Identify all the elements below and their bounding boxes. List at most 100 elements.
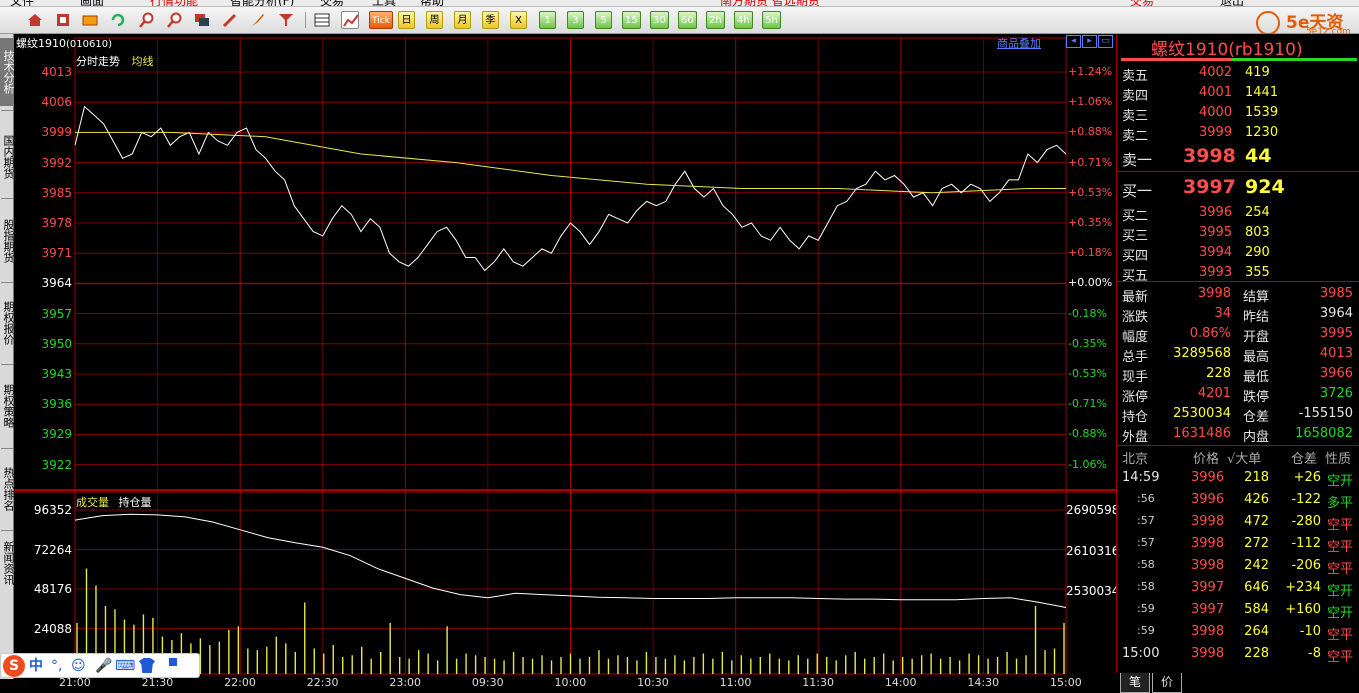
tick-price: 3998 bbox=[1191, 536, 1225, 551]
chart-canvas[interactable] bbox=[14, 34, 1116, 691]
stat-label: 最新 bbox=[1122, 290, 1149, 305]
left-tab-2[interactable]: 股指期货 bbox=[0, 204, 15, 278]
order-book-volume: 254 bbox=[1245, 205, 1270, 220]
menu-item-8[interactable]: 交易 bbox=[1130, 0, 1154, 6]
menu-item-6[interactable]: 帮助 bbox=[420, 0, 444, 6]
period-button-6[interactable]: 1 bbox=[539, 11, 556, 29]
menu-item-7[interactable]: 南方期货 智远期货 bbox=[720, 0, 820, 6]
percent-tick-label: +0.35% bbox=[1068, 216, 1113, 229]
time-tick-label: 10:00 bbox=[554, 676, 587, 689]
brush-icon[interactable] bbox=[249, 11, 267, 29]
bottom-tab-0[interactable]: 笔 bbox=[1120, 673, 1150, 693]
filter-icon[interactable] bbox=[277, 11, 295, 29]
overlay-link[interactable]: 商品叠加 bbox=[997, 35, 1041, 51]
timeshare-icon[interactable] bbox=[341, 11, 359, 29]
period-button-4[interactable]: 季 bbox=[482, 11, 499, 29]
order-book-label: 买三 bbox=[1122, 229, 1149, 244]
period-button-5[interactable]: X bbox=[510, 11, 527, 29]
price-panel-title: 分时走势 均线 bbox=[76, 53, 154, 69]
table-icon[interactable] bbox=[313, 11, 331, 29]
prev-icon[interactable]: ◂ bbox=[1066, 35, 1081, 48]
left-tab-0[interactable]: 技术分析 bbox=[0, 38, 15, 106]
period-button-0[interactable]: Tick bbox=[369, 11, 393, 29]
toolbar: Tick 日周月季 X 1 3 5 15 30 60 2h 4h 5h 5e天资 5e12.com bbox=[0, 7, 1359, 37]
sogou-logo-icon[interactable]: S bbox=[3, 655, 25, 677]
period-button-14[interactable]: 5h bbox=[762, 11, 781, 29]
left-tab-3[interactable]: 期权报价 bbox=[0, 286, 15, 360]
left-tab-1[interactable]: 国内期货 bbox=[0, 120, 15, 194]
left-tab-6[interactable]: 新闻资讯 bbox=[0, 534, 15, 592]
stat-value: 2530034 bbox=[1173, 406, 1231, 421]
volume-label: 成交量 bbox=[76, 496, 109, 509]
tick-time: :59 bbox=[1137, 624, 1155, 637]
ime-punct[interactable]: °, bbox=[51, 656, 62, 676]
left-tab-4[interactable]: 期权策略 bbox=[0, 368, 15, 444]
volume-tick-label: 24088 bbox=[33, 621, 72, 636]
ticks-header-location: 北京 bbox=[1122, 452, 1149, 467]
menu-item-1[interactable]: 画面 bbox=[80, 0, 104, 6]
skin-icon[interactable] bbox=[139, 658, 155, 673]
emoji-icon[interactable]: ☺ bbox=[71, 656, 86, 676]
menu-item-0[interactable]: 文件 bbox=[10, 0, 34, 6]
microphone-icon[interactable]: 🎤 bbox=[95, 656, 112, 676]
next-icon[interactable]: ▸ bbox=[1082, 35, 1097, 48]
tick-volume: 228 bbox=[1244, 646, 1269, 661]
stat-label: 开盘 bbox=[1243, 330, 1270, 345]
menu-item-4[interactable]: 交易 bbox=[320, 0, 344, 6]
period-button-10[interactable]: 30 bbox=[650, 11, 669, 29]
stat-value: 4201 bbox=[1197, 386, 1231, 401]
toolbox-icon[interactable] bbox=[161, 658, 177, 674]
price-tick-label: 3943 bbox=[41, 367, 72, 381]
period-button-12[interactable]: 2h bbox=[706, 11, 725, 29]
menu-item-3[interactable]: 智能分析(F) bbox=[230, 0, 294, 6]
stat-value: -155150 bbox=[1298, 406, 1353, 421]
timeshare-chart[interactable]: 螺纹1910(010610) 商品叠加 ◂ ▸ ▭ 分时走势 均线 成交量 持仓… bbox=[14, 34, 1119, 691]
window-icon[interactable] bbox=[193, 11, 211, 29]
percent-tick-label: +0.18% bbox=[1068, 246, 1113, 260]
menu-item-2[interactable]: 行情功能 bbox=[150, 0, 198, 6]
price-tick-label: 3992 bbox=[41, 155, 72, 170]
period-button-11[interactable]: 60 bbox=[678, 11, 697, 29]
period-button-3[interactable]: 月 bbox=[454, 11, 471, 29]
maximize-icon[interactable]: ▭ bbox=[1098, 35, 1113, 48]
chart-code: (010610) bbox=[66, 39, 112, 50]
tick-volume: 472 bbox=[1244, 514, 1269, 529]
period-button-8[interactable]: 5 bbox=[595, 11, 612, 29]
ticks-header-volume[interactable]: √大单 bbox=[1227, 448, 1261, 467]
tick-oi: -122 bbox=[1291, 492, 1321, 507]
stat-value: 34 bbox=[1214, 306, 1231, 321]
stat-value: 0.86% bbox=[1189, 326, 1231, 341]
price-tick-label: 4006 bbox=[41, 95, 72, 110]
period-button-2[interactable]: 周 bbox=[426, 11, 443, 29]
zoom-in-icon[interactable] bbox=[138, 11, 156, 29]
oi-label: 持仓量 bbox=[118, 496, 152, 509]
time-tick-label: 22:30 bbox=[306, 676, 339, 689]
period-button-1[interactable]: 日 bbox=[398, 11, 415, 29]
left-tab-5[interactable]: 热点排名 bbox=[0, 452, 15, 526]
menu-item-5[interactable]: 工具 bbox=[372, 0, 396, 6]
pencil-icon[interactable] bbox=[221, 11, 239, 29]
period-button-13[interactable]: 4h bbox=[734, 11, 753, 29]
ticks-header-price: 价格 bbox=[1193, 452, 1220, 467]
order-book-price: 3994 bbox=[1199, 245, 1233, 260]
quote-title: 螺纹1910(rb1910) bbox=[1151, 40, 1303, 60]
period-button-9[interactable]: 15 bbox=[622, 11, 641, 29]
percent-tick-label: -0.53% bbox=[1068, 367, 1107, 380]
period-button-7[interactable]: 3 bbox=[567, 11, 584, 29]
refresh-icon[interactable] bbox=[109, 11, 127, 29]
price-tick-label: 3950 bbox=[41, 336, 72, 351]
tick-volume: 272 bbox=[1244, 536, 1269, 551]
tick-time: :56 bbox=[1137, 492, 1155, 505]
zoom-out-icon[interactable] bbox=[166, 11, 184, 29]
stat-label: 幅度 bbox=[1122, 330, 1149, 345]
bottom-tab-1[interactable]: 价 bbox=[1152, 673, 1182, 693]
home-icon[interactable] bbox=[26, 11, 44, 29]
order-book-price: 4001 bbox=[1199, 85, 1233, 100]
chart-icon[interactable] bbox=[81, 11, 99, 29]
tick-nature: 空开 bbox=[1327, 474, 1354, 489]
ime-lang[interactable]: 中 bbox=[29, 656, 43, 676]
order-book-price: 3997 bbox=[1183, 176, 1236, 198]
page-icon[interactable] bbox=[54, 11, 72, 29]
keyboard-icon[interactable]: ⌨ bbox=[115, 656, 135, 676]
menu-item-9[interactable]: 退出 bbox=[1220, 0, 1244, 6]
